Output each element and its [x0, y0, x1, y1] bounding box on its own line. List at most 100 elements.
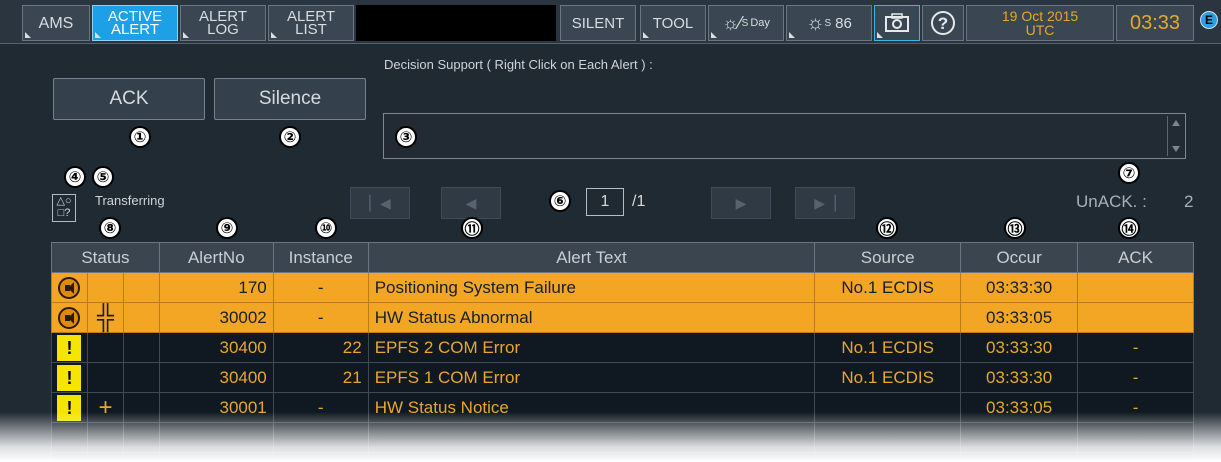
ams-screen: AMS ACTIVE ALERT ALERT LOG ALERT LIST SI…: [0, 0, 1221, 462]
col-header-status[interactable]: Status: [51, 242, 160, 273]
tab-active-alert-label-2: ALERT: [110, 21, 160, 38]
silent-button[interactable]: SILENT: [560, 5, 636, 41]
tab-alert-list-label-2: LIST: [295, 21, 327, 38]
callout-14: ⑭: [1118, 217, 1140, 239]
day-mode-sub: S: [741, 17, 749, 29]
next-page-button[interactable]: ▶: [711, 187, 771, 219]
brightness-value: 86: [835, 14, 852, 32]
decision-support-box[interactable]: [383, 113, 1186, 159]
callout-9: ⑨: [216, 217, 238, 239]
time-display: 03:33: [1116, 5, 1194, 41]
row-blank-cell: [122, 302, 160, 333]
decision-support-scrollbar[interactable]: [1167, 116, 1183, 156]
table-row[interactable]: ! 30400 22 EPFS 2 COM Error No.1 ECDIS 0…: [51, 332, 1194, 363]
tab-ams[interactable]: AMS: [22, 5, 90, 41]
callout-13: ⑬: [1004, 217, 1026, 239]
row-ack: [1077, 302, 1194, 333]
col-header-instance[interactable]: Instance: [272, 242, 369, 273]
row-status-icon-cell: [51, 272, 88, 303]
row-mark-cell: [86, 332, 124, 363]
row-occur: 03:33:30: [960, 362, 1079, 393]
callout-4: ④: [64, 166, 86, 188]
callout-1: ①: [129, 126, 151, 148]
callout-11: ⑪: [461, 217, 483, 239]
row-source: No.1 ECDIS: [814, 272, 962, 303]
row-instance: -: [272, 272, 369, 303]
bottom-fade: [0, 412, 1221, 462]
table-row[interactable]: 170 - Positioning System Failure No.1 EC…: [51, 272, 1194, 303]
row-mark-cell: ╬: [86, 302, 124, 333]
row-status-icon-cell: [51, 302, 88, 333]
page-current-field[interactable]: 1: [586, 188, 624, 216]
table-row[interactable]: ╬ 30002 - HW Status Abnormal 03:33:05: [51, 302, 1194, 333]
ack-button[interactable]: ACK: [53, 78, 205, 120]
row-mark-cell: [86, 362, 124, 393]
row-alert-text: EPFS 2 COM Error: [367, 332, 816, 363]
tab-alert-list[interactable]: ALERT LIST: [268, 5, 354, 41]
row-alertno: 30400: [158, 362, 274, 393]
row-occur: 03:33:05: [960, 302, 1079, 333]
day-night-button[interactable]: ☼⁄ S Day: [708, 5, 784, 41]
tab-active-alert[interactable]: ACTIVE ALERT: [92, 5, 178, 41]
screenshot-button[interactable]: [874, 5, 920, 41]
callout-2: ②: [279, 126, 301, 148]
tab-ams-label: AMS: [38, 14, 74, 32]
callout-8: ⑧: [99, 217, 121, 239]
brightness-button[interactable]: ☼ S 86: [786, 5, 872, 41]
time-text: 03:33: [1129, 11, 1181, 34]
alert-status-icon: △○ □?: [52, 194, 76, 222]
row-status-icon-cell: !: [51, 362, 88, 393]
help-button[interactable]: ?: [922, 5, 964, 41]
prev-page-icon: ◀: [465, 194, 477, 211]
first-page-icon: ▏◀: [369, 194, 391, 211]
col-header-alert-text[interactable]: Alert Text: [367, 242, 816, 273]
status-icon-glyphs: △○ □?: [56, 195, 72, 219]
callout-7: ⑦: [1118, 162, 1140, 184]
row-instance: 21: [272, 362, 369, 393]
table-header-row: Status AlertNo Instance Alert Text Sourc…: [51, 242, 1194, 273]
callout-3: ③: [395, 126, 417, 148]
prev-page-button[interactable]: ◀: [441, 187, 501, 219]
row-status-icon-cell: !: [51, 332, 88, 363]
table-row[interactable]: ! 30400 21 EPFS 1 COM Error No.1 ECDIS 0…: [51, 362, 1194, 393]
last-page-button[interactable]: ▶▕: [795, 187, 855, 219]
decision-support-label: Decision Support ( Right Click on Each A…: [384, 57, 653, 72]
row-alert-text: Positioning System Failure: [367, 272, 816, 303]
row-instance: -: [272, 302, 369, 333]
row-alertno: 30400: [158, 332, 274, 363]
unack-label: UnACK. :: [1076, 192, 1147, 211]
col-header-ack[interactable]: ACK: [1077, 242, 1194, 273]
silent-label: SILENT: [571, 14, 625, 32]
e-badge[interactable]: E: [1200, 11, 1218, 29]
day-night-icon: ☼⁄: [722, 12, 742, 33]
col-header-source[interactable]: Source: [814, 242, 962, 273]
date-text: 19 Oct 2015: [1001, 8, 1079, 24]
row-alert-text: EPFS 1 COM Error: [367, 362, 816, 393]
silence-button[interactable]: Silence: [214, 78, 366, 120]
row-source: No.1 ECDIS: [814, 332, 962, 363]
col-header-occur[interactable]: Occur: [960, 242, 1079, 273]
row-alertno: 30002: [158, 302, 274, 333]
first-page-button[interactable]: ▏◀: [350, 187, 410, 219]
row-blank-cell: [122, 332, 160, 363]
tool-label: TOOL: [652, 14, 694, 32]
row-alert-text: HW Status Abnormal: [367, 302, 816, 333]
tool-button[interactable]: TOOL: [640, 5, 706, 41]
callout-10: ⑩: [315, 217, 337, 239]
col-header-alertno[interactable]: AlertNo: [158, 242, 274, 273]
callout-6: ⑥: [549, 190, 571, 212]
row-occur: 03:33:30: [960, 332, 1079, 363]
scroll-up-icon[interactable]: [1172, 120, 1180, 126]
callout-12: ⑫: [876, 217, 898, 239]
timezone-text: UTC: [1025, 22, 1055, 38]
row-ack: [1077, 272, 1194, 303]
row-instance: 22: [272, 332, 369, 363]
date-display: 19 Oct 2015 UTC: [966, 5, 1114, 41]
last-page-icon: ▶▕: [814, 194, 836, 211]
scroll-down-icon[interactable]: [1172, 146, 1180, 152]
tab-alert-log[interactable]: ALERT LOG: [180, 5, 266, 41]
status-message-area: [356, 5, 556, 41]
row-alertno: 170: [158, 272, 274, 303]
row-blank-cell: [122, 272, 160, 303]
page-total-label: /1: [632, 193, 646, 210]
